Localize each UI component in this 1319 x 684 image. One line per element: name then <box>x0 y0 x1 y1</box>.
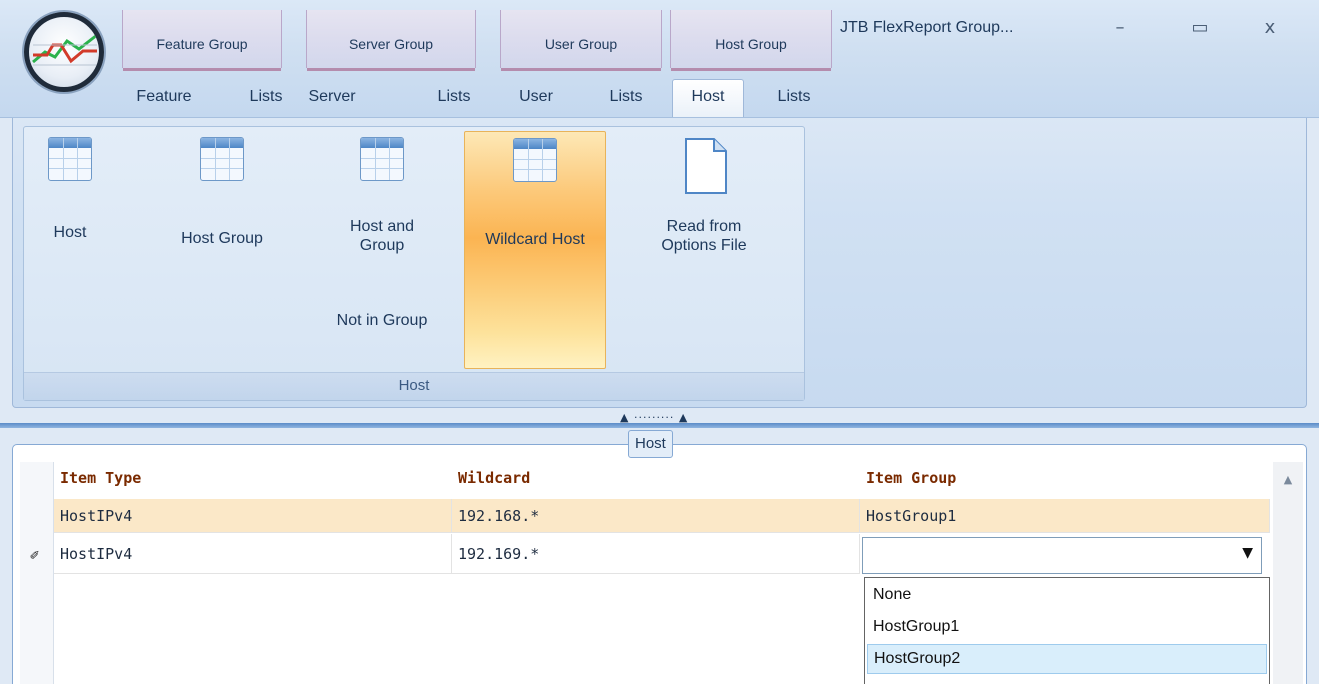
wildcard-host-label: Wildcard Host <box>485 231 585 248</box>
cell-item-group[interactable]: HostGroup1 <box>860 499 1270 533</box>
close-button[interactable]: x <box>1250 14 1290 42</box>
host-group-button[interactable]: Host Group <box>162 131 282 369</box>
dropdown-option-hostgroup1[interactable]: HostGroup1 <box>867 612 1267 642</box>
table-grid-icon <box>200 137 244 181</box>
table-grid-icon <box>48 137 92 181</box>
row-selector-column <box>20 462 54 684</box>
tab-feature[interactable]: Feature <box>126 80 202 118</box>
read-options-label-2: Options File <box>661 237 747 254</box>
app-logo-icon <box>32 33 98 66</box>
cell-wildcard[interactable]: 192.168.* <box>452 499 860 533</box>
splitter[interactable]: ▲ ········· ▲ <box>0 408 1319 430</box>
context-tab-host-group[interactable]: Host Group <box>670 10 832 71</box>
host-and-group-button[interactable]: Host and Group Not in Group <box>312 131 452 369</box>
table-row[interactable]: HostIPv4 192.168.* HostGroup1 <box>54 499 1270 533</box>
table-grid-icon <box>360 137 404 181</box>
context-tab-label: User Group <box>544 36 618 52</box>
vertical-scrollbar[interactable] <box>1273 462 1303 684</box>
context-tab-label: Server Group <box>348 36 434 52</box>
cell-wildcard[interactable]: 192.169.* <box>452 534 860 574</box>
item-group-combobox[interactable]: ▼ <box>862 537 1262 574</box>
host-group-button-label: Host Group <box>181 230 263 247</box>
context-tab-server-group[interactable]: Server Group <box>306 10 476 71</box>
scroll-up-arrow-icon[interactable]: ▲ <box>1278 470 1298 490</box>
item-group-dropdown-list: None HostGroup1 HostGroup2 <box>864 577 1270 684</box>
column-header-wildcard[interactable]: Wildcard <box>452 462 852 495</box>
dropdown-option-none[interactable]: None <box>867 580 1267 610</box>
host-and-group-label-1: Host and <box>349 218 415 235</box>
tab-server[interactable]: Server <box>298 80 366 118</box>
host-button[interactable]: Host <box>24 131 116 369</box>
ribbon-group-host: Host Host Group Host and Group Not in Gr… <box>23 126 805 401</box>
table-grid-icon <box>513 138 557 182</box>
minimize-button[interactable]: – <box>1100 14 1140 42</box>
context-divider <box>501 68 661 71</box>
host-button-label: Host <box>53 224 87 241</box>
dropdown-option-hostgroup2[interactable]: HostGroup2 <box>867 644 1267 674</box>
column-header-item-type[interactable]: Item Type <box>54 462 452 495</box>
context-tab-label: Feature Group <box>156 36 248 52</box>
ribbon-group-caption: Host <box>24 372 804 400</box>
read-options-label-1: Read from <box>666 218 742 235</box>
tab-feature-lists[interactable]: Lists <box>238 80 294 118</box>
context-tab-label: Host Group <box>715 36 787 52</box>
window-title: JTB FlexReport Group... <box>840 19 1014 36</box>
tab-host-lists[interactable]: Lists <box>766 80 822 118</box>
host-and-group-label-2: Group <box>359 237 405 254</box>
not-in-group-label[interactable]: Not in Group <box>312 311 452 330</box>
context-divider <box>123 68 281 71</box>
splitter-bar <box>0 423 1319 428</box>
document-icon <box>684 137 728 194</box>
cell-item-type[interactable]: HostIPv4 <box>54 534 452 574</box>
wildcard-host-button[interactable]: Wildcard Host <box>464 131 606 369</box>
maximize-button[interactable]: ▭ <box>1180 14 1220 42</box>
cell-item-type[interactable]: HostIPv4 <box>54 499 452 533</box>
column-header-item-group[interactable]: Item Group <box>860 462 1270 495</box>
tab-server-lists[interactable]: Lists <box>426 80 482 118</box>
read-options-file-button[interactable]: Read from Options File <box>630 131 778 369</box>
host-panel-caption: Host <box>628 430 673 458</box>
context-divider <box>671 68 831 71</box>
context-divider <box>307 68 475 71</box>
edit-pencil-icon: ✐ <box>30 546 40 564</box>
title-bar: Feature Group Server Group User Group Ho… <box>0 0 1319 118</box>
ribbon-panel: Host Host Group Host and Group Not in Gr… <box>12 118 1307 408</box>
tab-host[interactable]: Host <box>672 79 744 117</box>
context-tab-user-group[interactable]: User Group <box>500 10 662 71</box>
context-tab-feature-group[interactable]: Feature Group <box>122 10 282 71</box>
chevron-down-icon[interactable]: ▼ <box>1242 545 1253 561</box>
tab-user-lists[interactable]: Lists <box>598 80 654 118</box>
app-menu-button[interactable] <box>24 12 104 92</box>
tab-user[interactable]: User <box>508 80 564 118</box>
